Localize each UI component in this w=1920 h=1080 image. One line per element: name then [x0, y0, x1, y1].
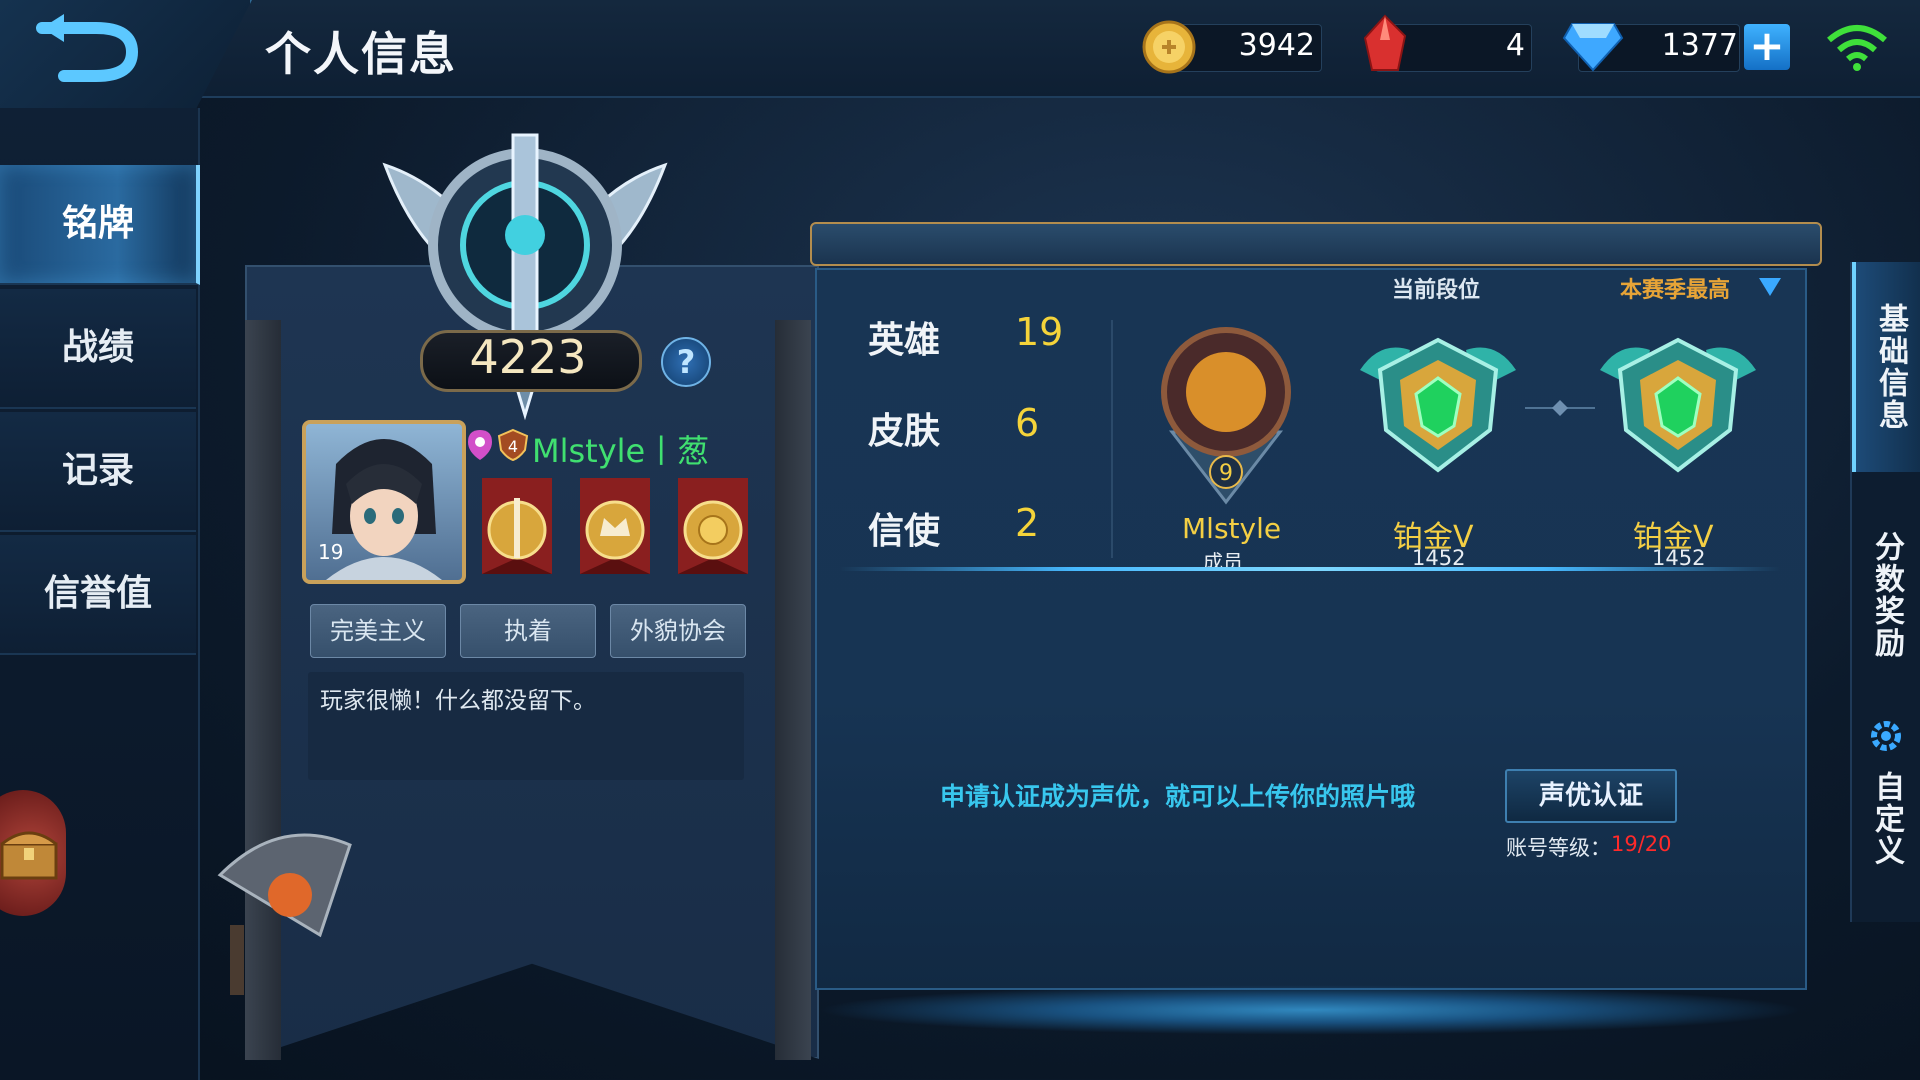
- wifi-icon: [1827, 25, 1887, 71]
- stat-label-messengers: 信使: [868, 511, 941, 552]
- stat-label-skins: 皮肤: [868, 411, 941, 452]
- avatar-level: 19: [318, 540, 344, 564]
- account-level-label: 账号等级：: [1506, 836, 1611, 860]
- info-panel-header: [810, 222, 1822, 266]
- stats-divider: [1111, 320, 1113, 558]
- medal-coin-icon[interactable]: [668, 478, 758, 580]
- add-diamond-button[interactable]: +: [1744, 24, 1790, 70]
- nav-item-credit-score[interactable]: 信誉值: [0, 535, 196, 655]
- level-shield-icon: 4: [497, 428, 529, 462]
- location-pin-icon: [468, 430, 492, 460]
- tab-score-rewards[interactable]: 分数奖励: [1852, 520, 1920, 670]
- help-button[interactable]: ?: [661, 337, 711, 387]
- rank-glow-line: [840, 567, 1780, 571]
- tab-basic-info[interactable]: 基础信息: [1852, 262, 1920, 472]
- season-best-dropdown[interactable]: 本赛季最高: [1620, 272, 1730, 304]
- gold-value: 3942: [1238, 28, 1315, 63]
- stat-label-heroes: 英雄: [868, 320, 941, 361]
- diamond-icon: [1562, 23, 1624, 72]
- red-crystal-icon: [1363, 14, 1407, 71]
- player-name: Mlstyle丨葱: [532, 432, 710, 470]
- tag-perfectionist[interactable]: 完美主义: [310, 604, 446, 658]
- floor-glow: [815, 985, 1805, 1035]
- crystal-value: 4: [1505, 28, 1525, 63]
- gold-coin-icon: [1142, 20, 1196, 74]
- current-tier-label: 当前段位: [1392, 278, 1481, 303]
- nav-item-nameplate[interactable]: 铭牌: [0, 165, 200, 285]
- voice-actor-tip: 申请认证成为声优，就可以上传你的照片哦: [940, 782, 1416, 811]
- diamond-value: 1377: [1661, 28, 1738, 63]
- voice-actor-verify-button[interactable]: 声优认证: [1505, 769, 1677, 823]
- guild-level-text: 9: [1219, 461, 1233, 486]
- axe-decoration-icon: [217, 833, 352, 995]
- stat-value-messengers: 2: [1015, 501, 1040, 545]
- tag-persistent[interactable]: 执着: [460, 604, 596, 658]
- stat-value-heroes: 19: [1015, 310, 1064, 354]
- dropdown-triangle-icon[interactable]: [1757, 276, 1783, 298]
- guild-emblem-icon: 9: [1161, 327, 1291, 505]
- stat-value-skins: 6: [1015, 401, 1040, 445]
- treasure-chest-button[interactable]: [0, 790, 66, 916]
- signature-text: 玩家很懒！什么都没留下。: [320, 688, 596, 714]
- account-level-value: 19/20: [1611, 832, 1672, 856]
- page-title: 个人信息: [265, 27, 457, 81]
- gear-icon[interactable]: [1867, 717, 1905, 755]
- guild-name: Mlstyle: [1182, 512, 1282, 545]
- tier-separator-icon: [1525, 400, 1595, 416]
- nav-item-battle-record[interactable]: 战绩: [0, 289, 196, 409]
- tab-customize[interactable]: 自定义: [1852, 764, 1920, 874]
- banner-frame-right: [775, 320, 811, 1060]
- badge-level-text: 4: [508, 437, 518, 456]
- rank-score-value: 4223: [469, 330, 587, 384]
- medal-sword-icon[interactable]: [472, 478, 562, 580]
- tag-looks-club[interactable]: 外貌协会: [610, 604, 746, 658]
- season-best-tier-emblem-icon: [1600, 337, 1756, 473]
- medal-crown-icon[interactable]: [570, 478, 660, 580]
- nav-item-history[interactable]: 记录: [0, 412, 196, 532]
- treasure-chest-icon: [0, 831, 58, 880]
- current-tier-emblem-icon: [1360, 337, 1516, 473]
- back-arrow-icon: [36, 14, 139, 82]
